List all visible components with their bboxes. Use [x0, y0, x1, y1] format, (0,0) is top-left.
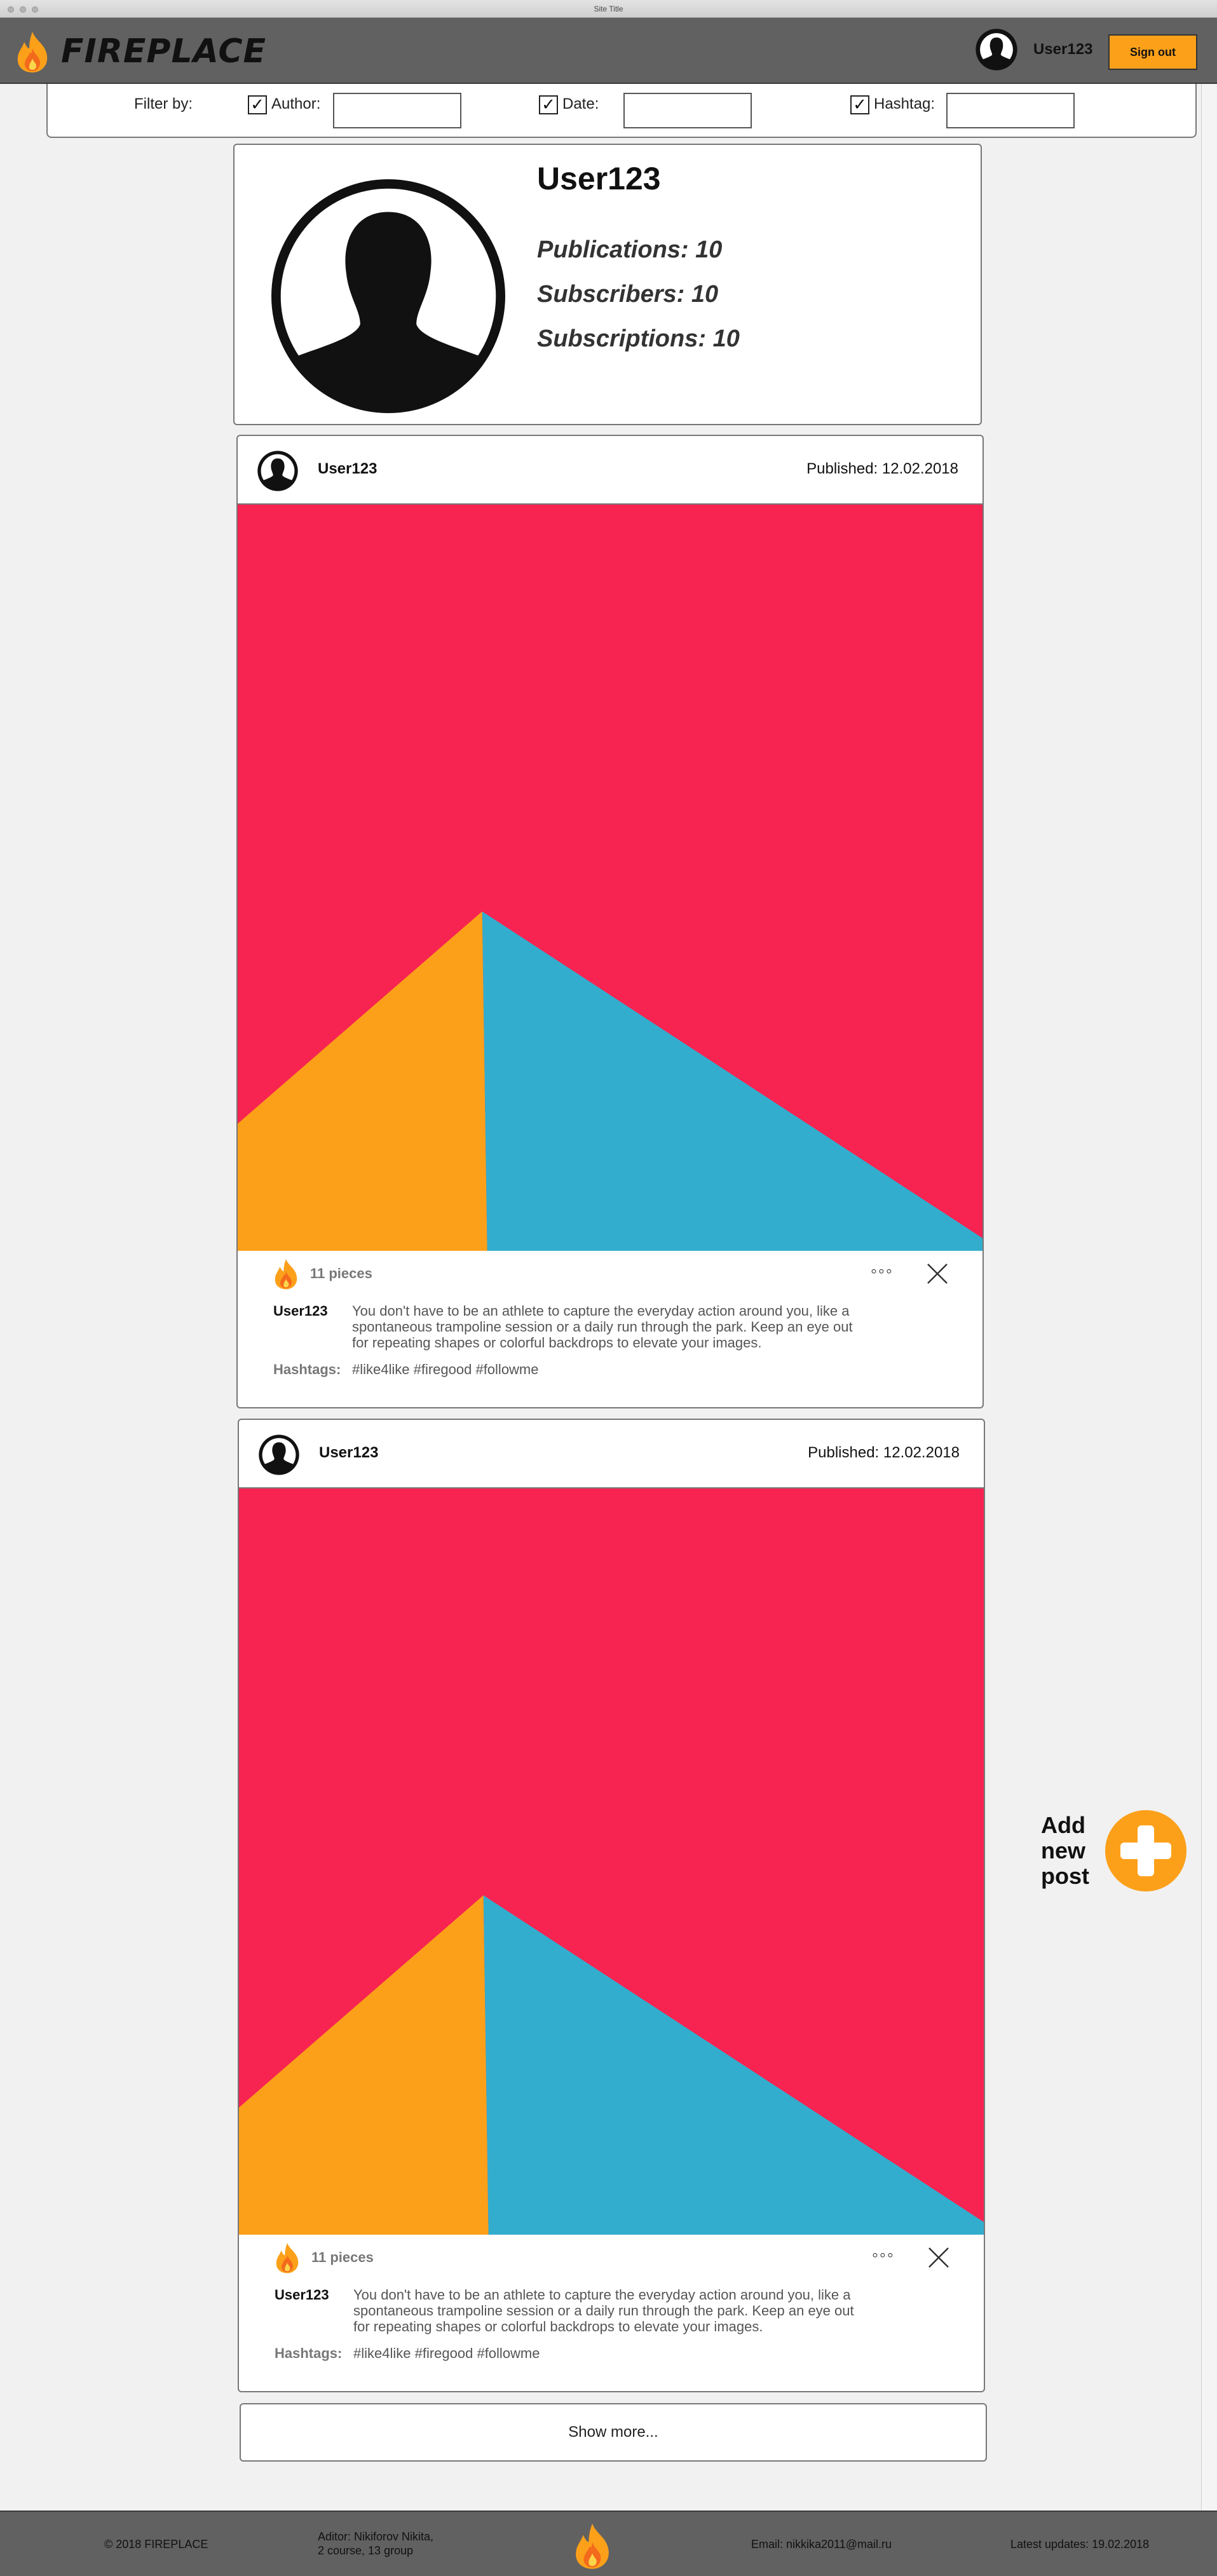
hashtag-filter-label: Hashtag:: [874, 95, 935, 112]
like-count: 11 pieces: [310, 1265, 372, 1281]
post-author[interactable]: User123: [319, 1444, 378, 1462]
post-header: User123 Published: 12.02.2018: [239, 1420, 984, 1489]
post-header: User123 Published: 12.02.2018: [238, 436, 982, 505]
profile-avatar-icon: [271, 179, 505, 413]
caption-author[interactable]: User123: [273, 1303, 328, 1319]
post-author-avatar-icon[interactable]: [258, 1434, 300, 1476]
post-caption: You don't have to be an athlete to captu…: [352, 1303, 899, 1351]
flame-logo-icon: [576, 2523, 609, 2569]
brand-name: FIREPLACE: [61, 32, 267, 71]
logo[interactable]: FIREPLACE: [10, 29, 266, 74]
profile-user-name: User123: [537, 161, 661, 196]
flame-like-icon: [276, 2242, 299, 2273]
post-image[interactable]: [239, 1489, 984, 2235]
subscribers-count[interactable]: Subscribers: 10: [537, 281, 718, 308]
show-more-button[interactable]: Show more...: [240, 2403, 987, 2462]
close-icon[interactable]: [927, 2246, 950, 2269]
hashtag-filter-input[interactable]: [946, 93, 1075, 128]
filter-label: Filter by:: [134, 95, 193, 112]
footer-latest-updates: Latest updates: 19.02.2018: [1010, 2538, 1150, 2551]
caption-line: You don't have to be an athlete to captu…: [353, 2287, 851, 2303]
caption-line: for repeating shapes or colorful backdro…: [352, 1335, 762, 1351]
sign-out-button[interactable]: Sign out: [1108, 34, 1197, 70]
post-date: Published: 12.02.2018: [806, 460, 958, 477]
caption-line: for repeating shapes or colorful backdro…: [353, 2319, 763, 2334]
post-caption: You don't have to be an athlete to captu…: [353, 2287, 900, 2334]
filter-bar: Filter by: ✓ Author: ✓ Date: ✓ Hashtag:: [46, 84, 1197, 138]
header-user-name[interactable]: User123: [1033, 41, 1092, 58]
hashtags-label: Hashtags:: [273, 1361, 341, 1377]
post-card: User123 Published: 12.02.2018 11 pieces …: [236, 435, 984, 1408]
subscriptions-count[interactable]: Subscriptions: 10: [537, 325, 740, 353]
flame-logo-icon: [17, 32, 48, 72]
hashtags[interactable]: #like4like #firegood #followme: [353, 2345, 540, 2362]
post-author[interactable]: User123: [318, 460, 377, 478]
add-new-post-button[interactable]: Add new post: [1041, 1809, 1187, 1892]
scrollbar[interactable]: [1201, 84, 1217, 2511]
author-checkbox[interactable]: ✓: [248, 95, 267, 114]
profile-card: User123 Publications: 10 Subscribers: 10…: [233, 144, 982, 425]
post-card: User123 Published: 12.02.2018 11 pieces …: [238, 1419, 985, 2392]
date-filter-input[interactable]: [623, 93, 752, 128]
caption-line: spontaneous trampoline session or a dail…: [352, 1319, 853, 1335]
author-filter-label: Author:: [271, 95, 321, 112]
caption-line: spontaneous trampoline session or a dail…: [353, 2303, 854, 2319]
flame-like-icon: [275, 1258, 297, 1290]
caption-line: You don't have to be an athlete to captu…: [352, 1303, 850, 1319]
site-footer: © 2018 FIREPLACE Aditor: Nikiforov Nikit…: [0, 2511, 1217, 2576]
window-titlebar: Site Title: [0, 0, 1217, 18]
more-options-icon[interactable]: ◦◦◦: [872, 2245, 895, 2265]
footer-email[interactable]: Email: nikkika2011@mail.ru: [751, 2537, 892, 2551]
post-date: Published: 12.02.2018: [808, 1444, 960, 1461]
publications-count[interactable]: Publications: 10: [537, 236, 722, 264]
footer-copyright: © 2018 FIREPLACE: [104, 2538, 208, 2551]
like-count: 11 pieces: [311, 2249, 374, 2265]
author-filter-input[interactable]: [333, 93, 461, 128]
caption-author[interactable]: User123: [275, 2287, 329, 2303]
plus-icon[interactable]: [1105, 1809, 1187, 1892]
post-image[interactable]: [238, 505, 982, 1251]
footer-editor: Aditor: Nikiforov Nikita, 2 course, 13 g…: [318, 2530, 434, 2557]
header-user[interactable]: User123: [975, 28, 1092, 71]
more-options-icon[interactable]: ◦◦◦: [871, 1261, 894, 1281]
avatar-icon: [976, 29, 1017, 71]
hashtags-label: Hashtags:: [275, 2345, 343, 2361]
close-icon[interactable]: [926, 1262, 949, 1285]
site-header: FIREPLACE User123 Sign out: [0, 18, 1217, 84]
window-title: Site Title: [594, 4, 623, 13]
like-button[interactable]: 11 pieces: [271, 2241, 374, 2274]
post-author-avatar-icon[interactable]: [257, 450, 299, 492]
add-new-post-label: Add new post: [1041, 1812, 1089, 1889]
hashtags[interactable]: #like4like #firegood #followme: [352, 1361, 539, 1378]
hashtag-checkbox[interactable]: ✓: [850, 95, 869, 114]
date-checkbox[interactable]: ✓: [539, 95, 558, 114]
date-filter-label: Date:: [562, 95, 599, 112]
like-button[interactable]: 11 pieces: [269, 1257, 372, 1290]
